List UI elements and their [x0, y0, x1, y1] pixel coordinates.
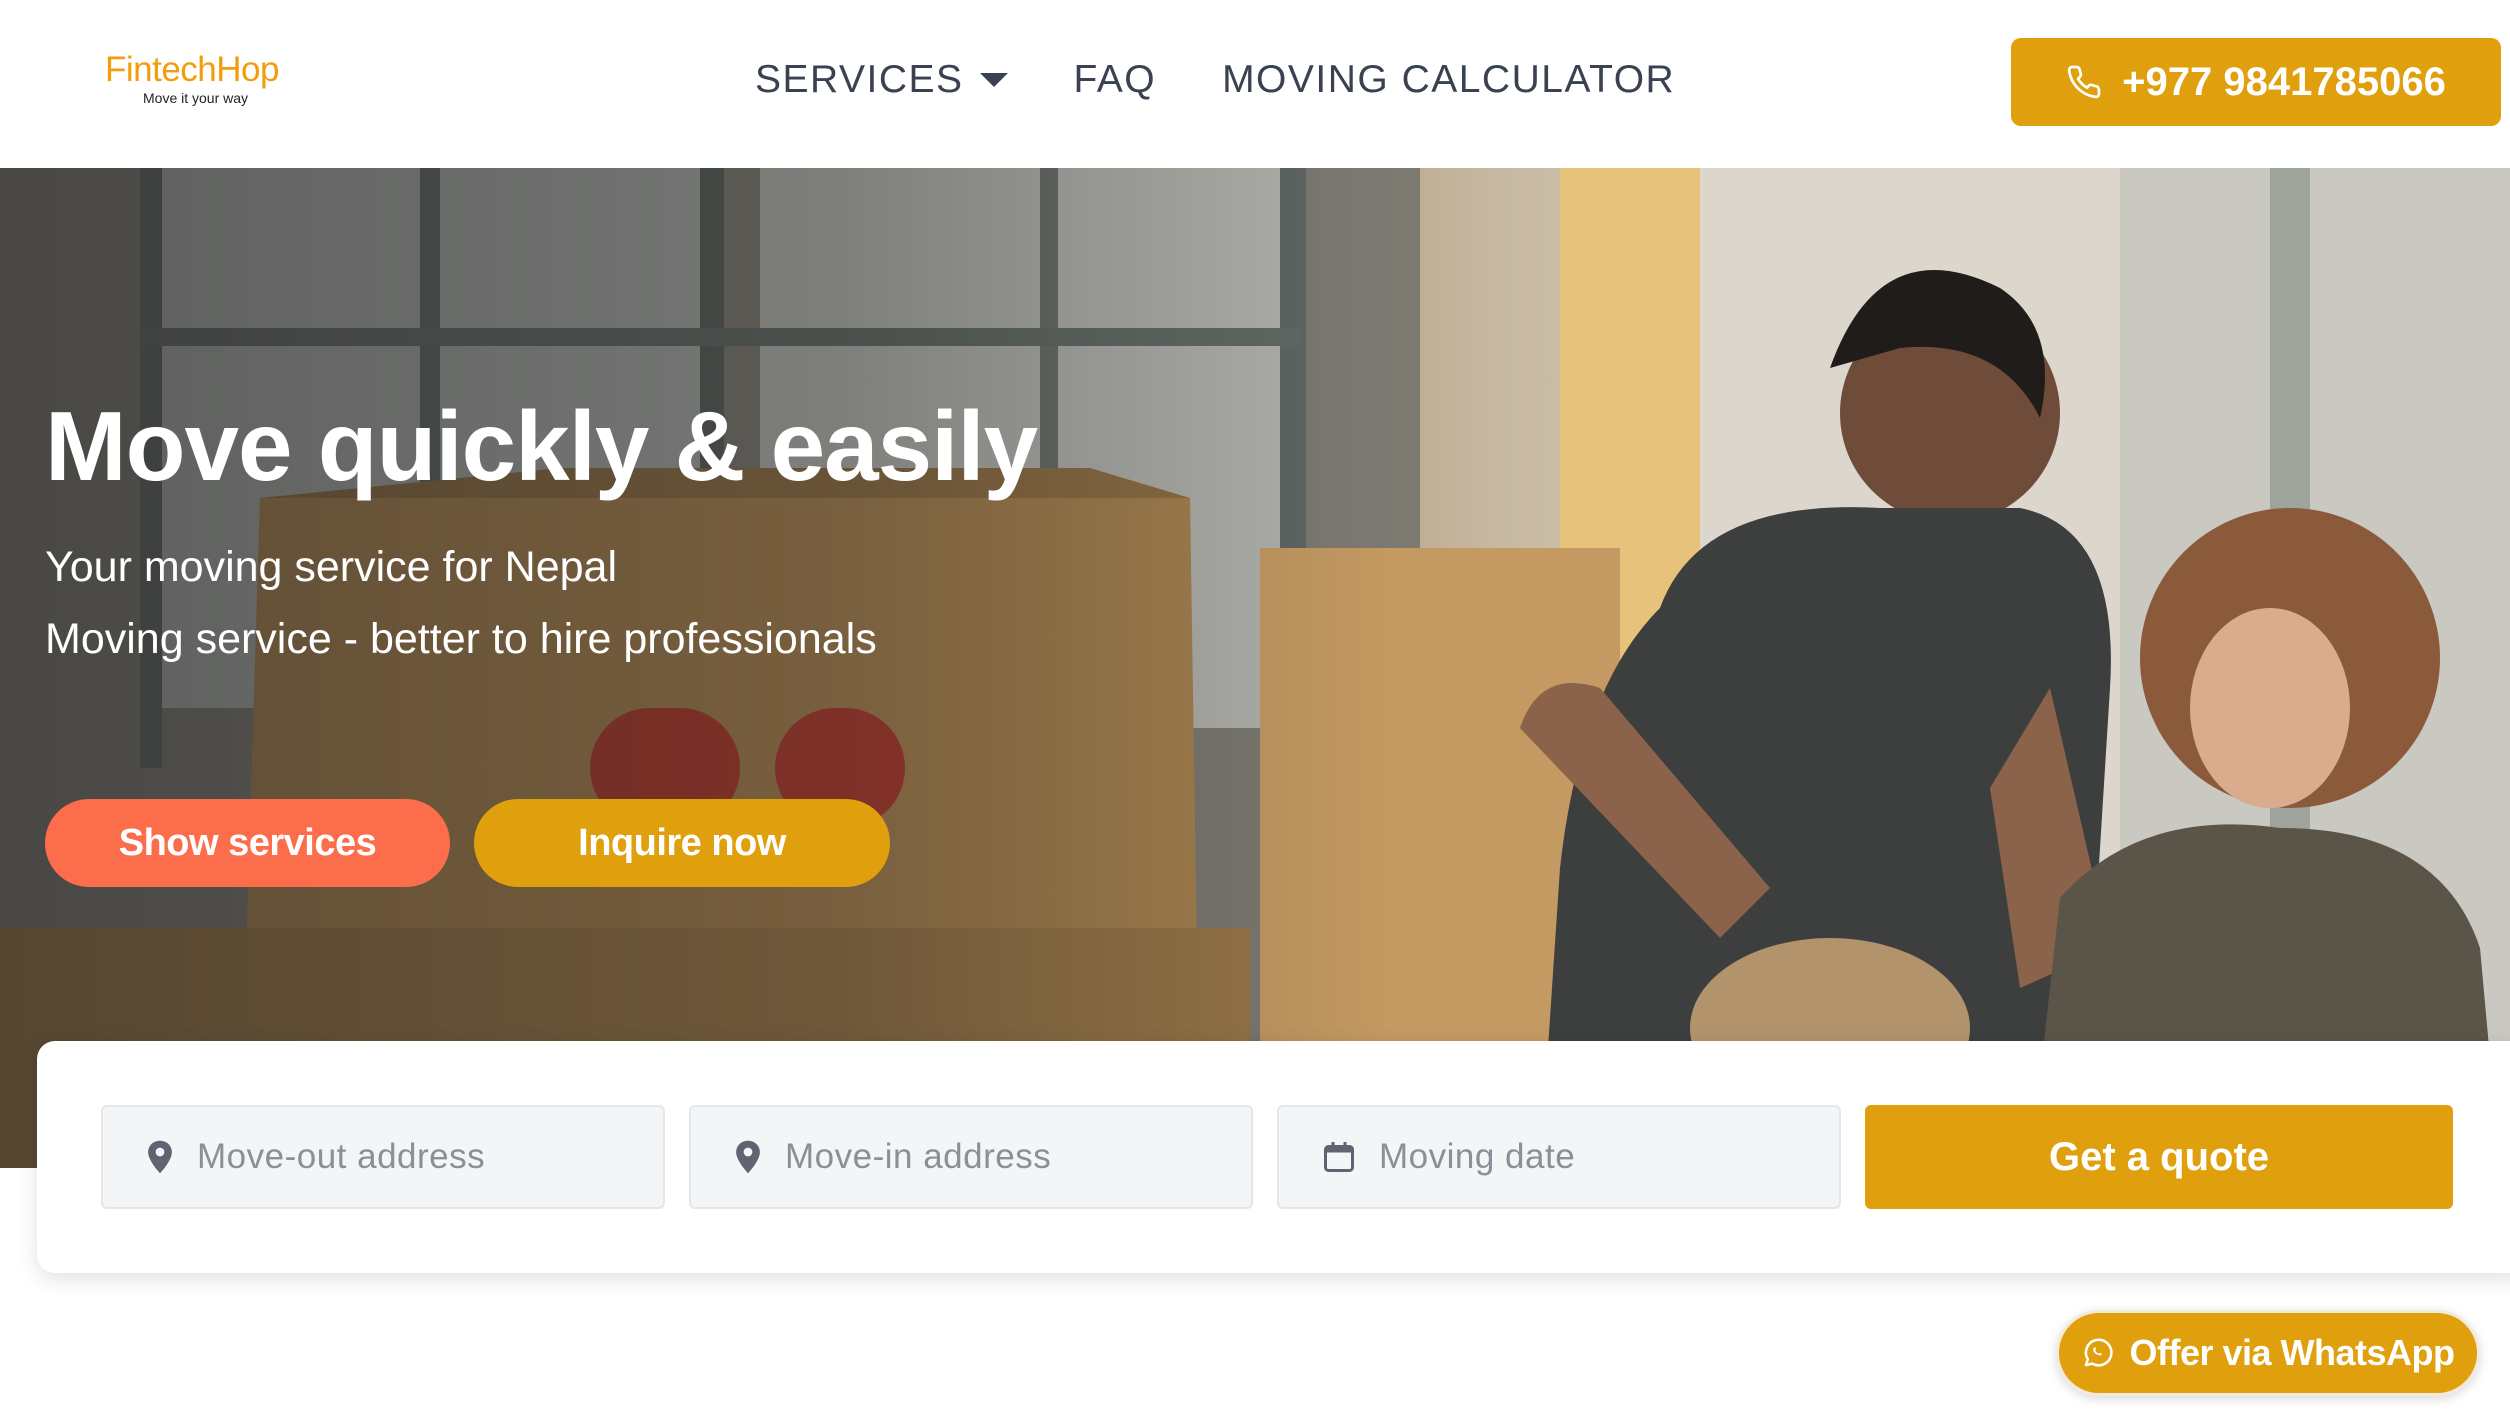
- moving-date-placeholder: Moving date: [1379, 1137, 1576, 1176]
- quote-search-panel: Move-out address Move-in address Moving …: [37, 1041, 2510, 1273]
- nav-moving-calculator-label: MOVING CALCULATOR: [1222, 58, 1676, 101]
- caret-down-icon: [979, 73, 1008, 87]
- nav-faq[interactable]: FAQ: [1074, 58, 1157, 102]
- hero-section: Move quickly & easily Your moving servic…: [0, 168, 2510, 1168]
- moving-date-field[interactable]: Moving date: [1277, 1105, 1841, 1209]
- inquire-now-button[interactable]: Inquire now: [474, 799, 890, 887]
- whatsapp-offer-button[interactable]: Offer via WhatsApp: [2056, 1310, 2480, 1396]
- move-in-placeholder: Move-in address: [785, 1137, 1052, 1176]
- logo-name: FintechHop: [105, 50, 279, 89]
- logo[interactable]: FintechHop Move it your way: [105, 50, 279, 106]
- logo-tagline: Move it your way: [143, 90, 249, 106]
- hero-overlay: [0, 168, 1400, 1168]
- show-services-button[interactable]: Show services: [45, 799, 450, 887]
- map-pin-icon: [736, 1140, 760, 1174]
- get-a-quote-button[interactable]: Get a quote: [1865, 1105, 2453, 1209]
- nav-services-label: SERVICES: [755, 58, 964, 101]
- move-out-address-field[interactable]: Move-out address: [101, 1105, 665, 1209]
- whatsapp-icon: [2085, 1338, 2114, 1367]
- phone-button[interactable]: +977 9841785066: [2011, 38, 2501, 126]
- move-out-placeholder: Move-out address: [197, 1137, 486, 1176]
- whatsapp-label: Offer via WhatsApp: [2129, 1332, 2455, 1373]
- hero-title: Move quickly & easily: [45, 391, 1038, 501]
- main-nav: SERVICES FAQ MOVING CALCULATOR: [755, 58, 1675, 102]
- nav-faq-label: FAQ: [1073, 58, 1157, 101]
- hero-subtitle-1: Your moving service for Nepal: [45, 543, 618, 591]
- map-pin-icon: [148, 1140, 172, 1174]
- phone-icon: [2067, 65, 2101, 99]
- site-header: FintechHop Move it your way SERVICES FAQ…: [0, 0, 2510, 168]
- hero-subtitle-2: Moving service - better to hire professi…: [45, 615, 877, 663]
- nav-services[interactable]: SERVICES: [755, 58, 1008, 102]
- move-in-address-field[interactable]: Move-in address: [689, 1105, 1253, 1209]
- calendar-icon: [1324, 1142, 1354, 1172]
- nav-moving-calculator[interactable]: MOVING CALCULATOR: [1222, 58, 1675, 102]
- phone-number: +977 9841785066: [2122, 59, 2446, 104]
